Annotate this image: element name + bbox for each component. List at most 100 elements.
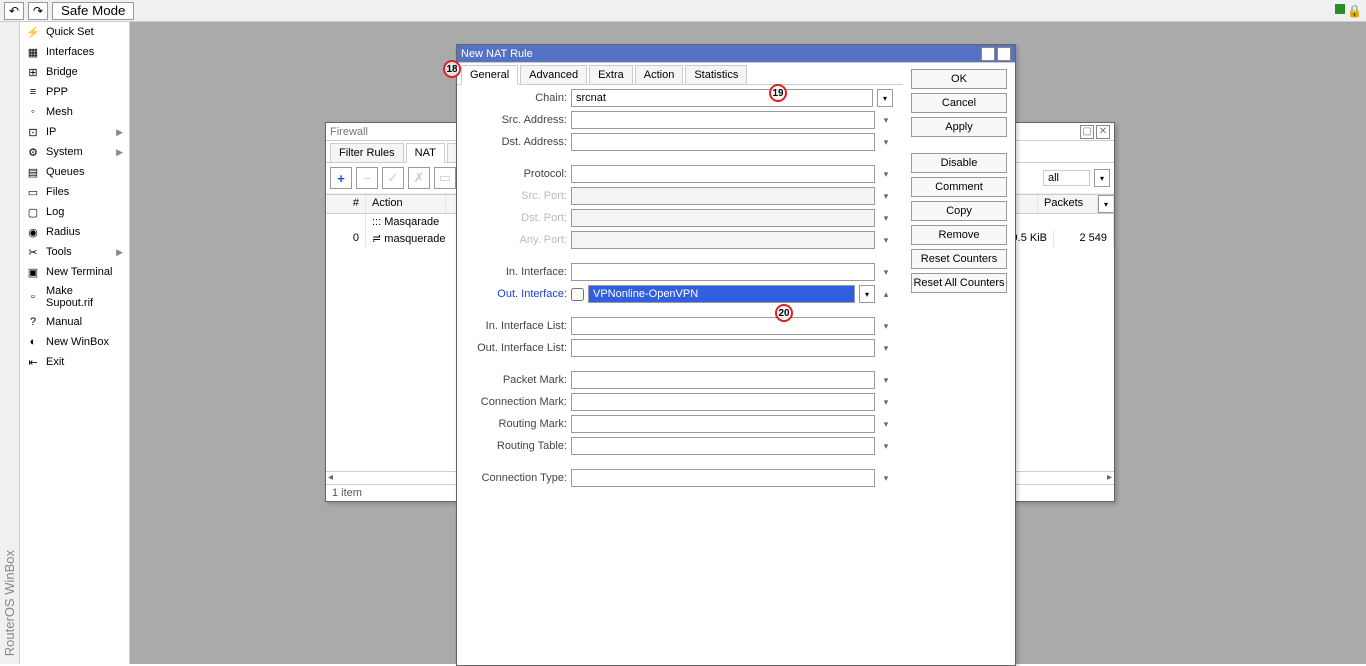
minimize-button[interactable]: ▢ [1080, 125, 1094, 139]
sidebar-item-new-terminal[interactable]: ▣New Terminal [20, 262, 129, 282]
col-packets[interactable]: Packets [1038, 195, 1098, 213]
tab-advanced[interactable]: Advanced [520, 65, 587, 84]
sidebar-item-log[interactable]: ▢Log [20, 202, 129, 222]
close-button[interactable]: ✕ [997, 47, 1011, 61]
menu-icon: ⊡ [26, 125, 40, 139]
sidebar-item-new-winbox[interactable]: ◐New WinBox [20, 332, 129, 352]
in-interface-list-input[interactable] [571, 317, 875, 335]
reset-all-counters-button[interactable]: Reset All Counters [911, 273, 1007, 293]
sidebar-item-label: Interfaces [46, 46, 94, 58]
copy-button[interactable]: Copy [911, 201, 1007, 221]
tab-nat[interactable]: NAT [406, 143, 445, 163]
sidebar-item-ip[interactable]: ⊡IP▶ [20, 122, 129, 142]
tab-general[interactable]: General [461, 65, 518, 85]
sidebar-item-label: Make Supout.rif [46, 285, 123, 309]
sidebar-item-interfaces[interactable]: ▦Interfaces [20, 42, 129, 62]
remove-button[interactable]: Remove [911, 225, 1007, 245]
expand-arrow-icon[interactable]: ▾ [879, 469, 893, 487]
sidebar-item-files[interactable]: ▭Files [20, 182, 129, 202]
protocol-input[interactable] [571, 165, 875, 183]
undo-button[interactable]: ↶ [4, 2, 24, 20]
redo-button[interactable]: ↷ [28, 2, 48, 20]
out-interface-invert-checkbox[interactable] [571, 288, 584, 301]
sidebar-item-label: System [46, 146, 83, 158]
sidebar-item-quick-set[interactable]: ⚡Quick Set [20, 22, 129, 42]
routing-mark-input[interactable] [571, 415, 875, 433]
nat-title-bar[interactable]: New NAT Rule ▢ ✕ [457, 45, 1015, 63]
status-indicator-icon [1335, 4, 1345, 14]
expand-arrow-icon[interactable]: ▾ [879, 263, 893, 281]
disable-button[interactable]: ✗ [408, 167, 430, 189]
scroll-left-icon[interactable]: ◂ [328, 472, 333, 483]
expand-arrow-icon[interactable]: ▾ [879, 111, 893, 129]
in-interface-input[interactable] [571, 263, 875, 281]
sidebar-item-exit[interactable]: ⇤Exit [20, 352, 129, 372]
dst-address-input[interactable] [571, 133, 875, 151]
menu-icon: ◉ [26, 225, 40, 239]
dst-address-label: Dst. Address: [467, 136, 567, 148]
sidebar-item-radius[interactable]: ◉Radius [20, 222, 129, 242]
expand-arrow-icon[interactable]: ▾ [879, 317, 893, 335]
menu-icon: ▤ [26, 165, 40, 179]
cancel-button[interactable]: Cancel [911, 93, 1007, 113]
connection-mark-input[interactable] [571, 393, 875, 411]
disable-button[interactable]: Disable [911, 153, 1007, 173]
routing-table-input[interactable] [571, 437, 875, 455]
col-action[interactable]: Action [366, 195, 446, 213]
tab-statistics[interactable]: Statistics [685, 65, 747, 84]
expand-arrow-icon[interactable]: ▾ [879, 437, 893, 455]
safe-mode-button[interactable]: Safe Mode [52, 2, 134, 20]
expand-arrow-icon[interactable]: ▾ [879, 393, 893, 411]
filter-dropdown[interactable]: ▾ [1094, 169, 1110, 187]
sidebar-item-system[interactable]: ⚙System▶ [20, 142, 129, 162]
src-address-input[interactable] [571, 111, 875, 129]
expand-arrow-icon: ▾ [879, 187, 893, 205]
expand-arrow-icon[interactable]: ▾ [879, 165, 893, 183]
add-button[interactable]: + [330, 167, 352, 189]
menu-icon: ✂ [26, 245, 40, 259]
app-title: RouterOS WinBox [2, 542, 17, 664]
chain-dropdown[interactable]: ▾ [877, 89, 893, 107]
sidebar-item-label: Queues [46, 166, 85, 178]
reset-counters-button[interactable]: Reset Counters [911, 249, 1007, 269]
collapse-arrow-icon[interactable]: ▴ [879, 285, 893, 303]
packet-mark-input[interactable] [571, 371, 875, 389]
comment-button[interactable]: Comment [911, 177, 1007, 197]
sidebar-item-mesh[interactable]: ◦Mesh [20, 102, 129, 122]
out-interface-list-input[interactable] [571, 339, 875, 357]
comment-button[interactable]: ▭ [434, 167, 456, 189]
out-interface-list-label: Out. Interface List: [467, 342, 567, 354]
sidebar-item-ppp[interactable]: ≡PPP [20, 82, 129, 102]
sidebar-item-manual[interactable]: ?Manual [20, 312, 129, 332]
connection-type-input[interactable] [571, 469, 875, 487]
out-interface-input[interactable] [588, 285, 855, 303]
scroll-right-icon[interactable]: ▸ [1107, 472, 1112, 483]
sidebar-item-queues[interactable]: ▤ Queues [20, 162, 129, 182]
ok-button[interactable]: OK [911, 69, 1007, 89]
expand-arrow-icon[interactable]: ▾ [879, 133, 893, 151]
chain-input[interactable] [571, 89, 873, 107]
col-num[interactable]: # [326, 195, 366, 213]
cell-num [326, 214, 366, 230]
nat-rule-window: New NAT Rule ▢ ✕ General Advanced Extra … [456, 44, 1016, 666]
minimize-button[interactable]: ▢ [981, 47, 995, 61]
enable-button[interactable]: ✓ [382, 167, 404, 189]
out-interface-dropdown[interactable]: ▾ [859, 285, 875, 303]
tab-extra[interactable]: Extra [589, 65, 633, 84]
col-menu[interactable]: ▾ [1098, 195, 1114, 213]
expand-arrow-icon[interactable]: ▾ [879, 339, 893, 357]
src-port-label: Src. Port: [467, 190, 567, 202]
remove-button[interactable]: − [356, 167, 378, 189]
firewall-title-text: Firewall [330, 126, 368, 138]
packet-mark-label: Packet Mark: [467, 374, 567, 386]
tab-filter-rules[interactable]: Filter Rules [330, 143, 404, 162]
tab-action[interactable]: Action [635, 65, 684, 84]
close-button[interactable]: ✕ [1096, 125, 1110, 139]
expand-arrow-icon[interactable]: ▾ [879, 371, 893, 389]
sidebar-item-bridge[interactable]: ⊞Bridge [20, 62, 129, 82]
sidebar-item-tools[interactable]: ✂Tools▶ [20, 242, 129, 262]
apply-button[interactable]: Apply [911, 117, 1007, 137]
sidebar-item-make-supout.rif[interactable]: ▫Make Supout.rif [20, 282, 129, 312]
expand-arrow-icon[interactable]: ▾ [879, 415, 893, 433]
sidebar-item-label: Files [46, 186, 69, 198]
